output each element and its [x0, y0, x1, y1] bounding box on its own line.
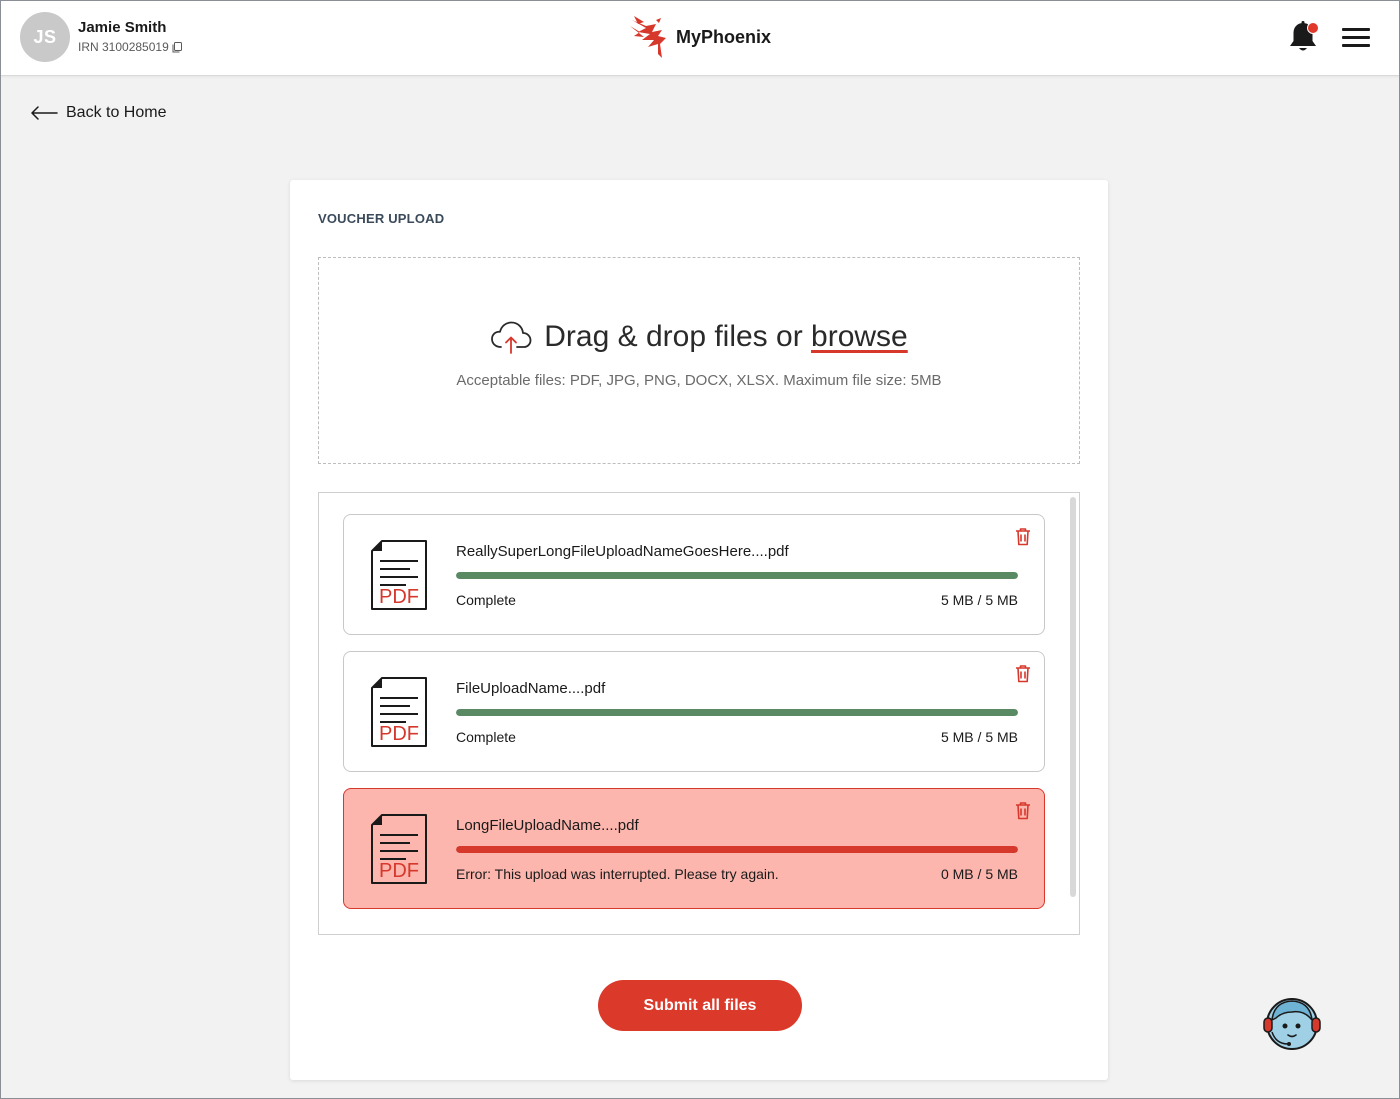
uploaded-files-list[interactable]: PDF ReallySuperLongFileUploadNameGoesHer… — [318, 492, 1080, 935]
copy-icon[interactable] — [172, 41, 182, 53]
file-status: Complete — [456, 592, 516, 608]
progress-bar — [456, 572, 1018, 579]
file-name: ReallySuperLongFileUploadNameGoesHere...… — [456, 543, 789, 560]
brand-name: MyPhoenix — [676, 26, 772, 47]
file-error-message: Error: This upload was interrupted. Plea… — [456, 866, 779, 882]
voucher-upload-card: VOUCHER UPLOAD Drag & drop files or brow… — [290, 180, 1108, 1080]
progress-fill — [456, 846, 1018, 853]
trash-icon[interactable] — [1014, 664, 1032, 683]
file-item-error: PDF LongFileUploadName....pdf Error: Thi… — [343, 788, 1045, 909]
back-label: Back to Home — [66, 104, 167, 121]
dropzone-text-prefix: Drag & drop files or — [544, 320, 812, 353]
hamburger-menu-icon[interactable] — [1342, 28, 1370, 48]
file-item: PDF FileUploadName....pdf Complete 5 MB … — [343, 651, 1045, 772]
progress-fill — [456, 572, 1018, 579]
file-status: Complete — [456, 729, 516, 745]
pdf-file-icon: PDF — [371, 814, 427, 884]
pdf-file-icon: PDF — [371, 677, 427, 747]
pdf-icon-label: PDF — [379, 723, 419, 745]
file-size: 0 MB / 5 MB — [940, 866, 1018, 882]
top-header: JS Jamie Smith IRN 3100285019 MyPhoenix — [0, 0, 1400, 76]
back-to-home-link[interactable]: Back to Home — [30, 100, 166, 126]
dropzone-text: Drag & drop files or browse — [544, 320, 908, 354]
file-name: LongFileUploadName....pdf — [456, 817, 639, 834]
cloud-upload-icon — [491, 321, 532, 354]
pdf-icon-label: PDF — [379, 586, 419, 608]
file-name: FileUploadName....pdf — [456, 680, 606, 697]
trash-icon[interactable] — [1014, 801, 1032, 820]
file-size: 5 MB / 5 MB — [940, 729, 1018, 745]
user-name: Jamie Smith — [78, 19, 167, 36]
brand[interactable]: MyPhoenix — [628, 14, 771, 60]
dropzone-subtext: Acceptable files: PDF, JPG, PNG, DOCX, X… — [456, 372, 942, 389]
file-item: PDF ReallySuperLongFileUploadNameGoesHer… — [343, 514, 1045, 635]
progress-bar — [456, 846, 1018, 853]
notification-badge — [1307, 22, 1319, 34]
avatar[interactable]: JS — [20, 12, 70, 62]
browse-link[interactable]: browse — [811, 320, 908, 353]
progress-fill — [456, 709, 1018, 716]
file-dropzone[interactable]: Drag & drop files or browse Acceptable f… — [318, 257, 1080, 464]
user-irn: IRN 3100285019 — [78, 40, 182, 54]
arrow-left-icon — [31, 106, 58, 120]
dropzone-heading: Drag & drop files or browse — [319, 320, 1079, 354]
card-title: VOUCHER UPLOAD — [318, 211, 445, 226]
phoenix-logo-icon — [630, 16, 666, 58]
submit-all-files-button[interactable]: Submit all files — [598, 980, 802, 1031]
chat-assistant-icon[interactable] — [1262, 994, 1322, 1052]
pdf-icon-label: PDF — [379, 860, 419, 882]
pdf-file-icon: PDF — [371, 540, 427, 610]
progress-bar — [456, 709, 1018, 716]
scrollbar[interactable] — [1070, 497, 1076, 897]
trash-icon[interactable] — [1014, 527, 1032, 546]
file-size: 5 MB / 5 MB — [940, 592, 1018, 608]
irn-text: IRN 3100285019 — [78, 40, 169, 54]
